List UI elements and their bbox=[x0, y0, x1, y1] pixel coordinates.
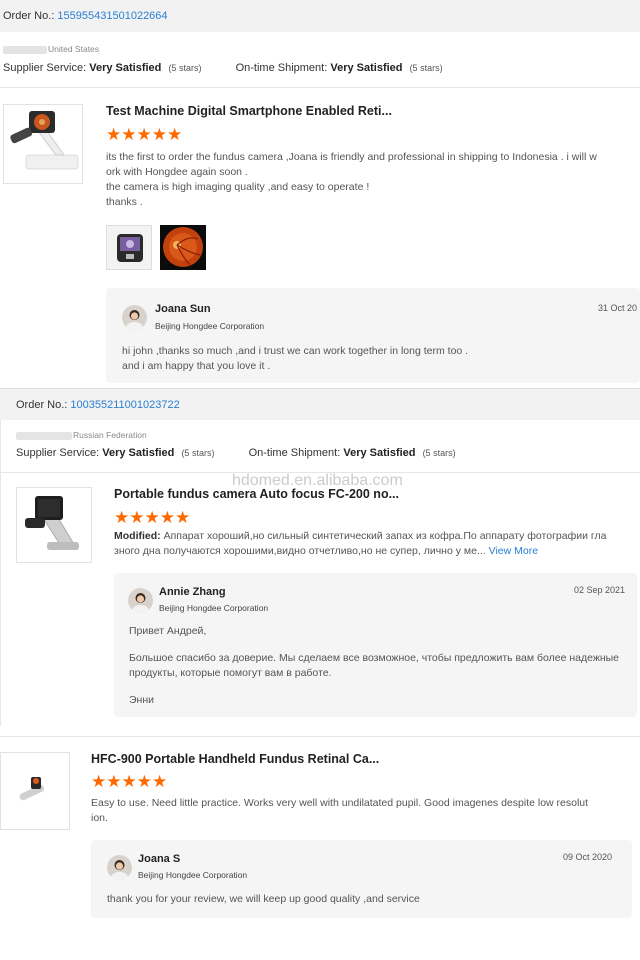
review-text: Modified: Аппарат хороший,но сильный син… bbox=[114, 530, 607, 557]
shipment-rating: Very Satisfied bbox=[330, 62, 403, 74]
order-number-link[interactable]: 100355211001023722 bbox=[70, 399, 179, 411]
fundus-camera-image bbox=[17, 488, 91, 562]
ratings-row: Supplier Service: Very Satisfied (5 star… bbox=[16, 447, 456, 459]
section-divider bbox=[0, 736, 640, 737]
section-divider bbox=[0, 87, 640, 88]
review-photo-2[interactable] bbox=[160, 225, 206, 270]
reply-date: 31 Oct 20 bbox=[598, 303, 638, 313]
watermark: hdomed.en.alibaba.com bbox=[232, 472, 403, 489]
order-label: Order No.: bbox=[3, 10, 55, 22]
redacted-name bbox=[16, 431, 72, 440]
supplier-rating: Very Satisfied bbox=[89, 62, 162, 74]
supplier-reply: Annie Zhang Beijing Hongdee Corporation … bbox=[114, 573, 637, 717]
fundus-camera-image bbox=[1, 753, 69, 829]
reply-company: Beijing Hongdee Corporation bbox=[159, 603, 269, 613]
supplier-rating: Very Satisfied bbox=[102, 447, 175, 459]
review-text: its the first to order the fundus camera… bbox=[106, 151, 597, 208]
modified-label: Modified: bbox=[114, 530, 161, 542]
product-title-link[interactable]: Test Machine Digital Smartphone Enabled … bbox=[106, 104, 392, 118]
shipment-rating: Very Satisfied bbox=[343, 447, 416, 459]
review-stars: ★★★★★ bbox=[114, 508, 191, 527]
fundus-camera-image bbox=[4, 105, 82, 183]
buyer-country: Russian Federation bbox=[16, 430, 147, 440]
supplier-reply: Joana Sun Beijing Hongdee Corporation 31… bbox=[106, 288, 640, 383]
buyer-country: United States bbox=[3, 44, 99, 54]
view-more-link[interactable]: View More bbox=[489, 545, 538, 557]
review-stars: ★★★★★ bbox=[106, 125, 183, 144]
order-header: Order No.: 100355211001023722 bbox=[0, 388, 640, 420]
reply-author: Annie Zhang bbox=[159, 586, 226, 598]
reply-text: Привет Андрей, Большое спасибо за довери… bbox=[129, 625, 620, 706]
supplier-reply: Joana S Beijing Hongdee Corporation 09 O… bbox=[91, 840, 632, 918]
product-title-link[interactable]: HFC-900 Portable Handheld Fundus Retinal… bbox=[91, 752, 379, 766]
reply-company: Beijing Hongdee Corporation bbox=[138, 870, 248, 880]
reply-author: Joana Sun bbox=[155, 303, 211, 315]
review-stars: ★★★★★ bbox=[91, 772, 168, 791]
ratings-row: Supplier Service: Very Satisfied (5 star… bbox=[3, 62, 443, 74]
product-thumbnail[interactable] bbox=[0, 752, 70, 830]
reply-date: 02 Sep 2021 bbox=[574, 585, 626, 595]
reply-text: thank you for your review, we will keep … bbox=[107, 893, 420, 905]
order-header: Order No.: 155955431501022664 bbox=[0, 0, 640, 32]
redacted-name bbox=[3, 45, 47, 54]
reply-date: 09 Oct 2020 bbox=[563, 852, 613, 862]
order-label: Order No.: bbox=[16, 399, 68, 411]
review-photo-1[interactable] bbox=[106, 225, 152, 270]
reply-text: hi john ,thanks so much ,and i trust we … bbox=[122, 345, 469, 372]
reply-company: Beijing Hongdee Corporation bbox=[155, 321, 265, 331]
product-thumbnail[interactable] bbox=[3, 104, 83, 184]
reply-author: Joana S bbox=[138, 853, 181, 865]
avatar bbox=[128, 588, 153, 613]
avatar bbox=[122, 305, 147, 330]
product-thumbnail[interactable] bbox=[16, 487, 92, 563]
avatar bbox=[107, 855, 132, 880]
card-border bbox=[0, 388, 1, 726]
review-text: Easy to use. Need little practice. Works… bbox=[91, 797, 589, 824]
order-number-link[interactable]: 155955431501022664 bbox=[57, 10, 167, 22]
